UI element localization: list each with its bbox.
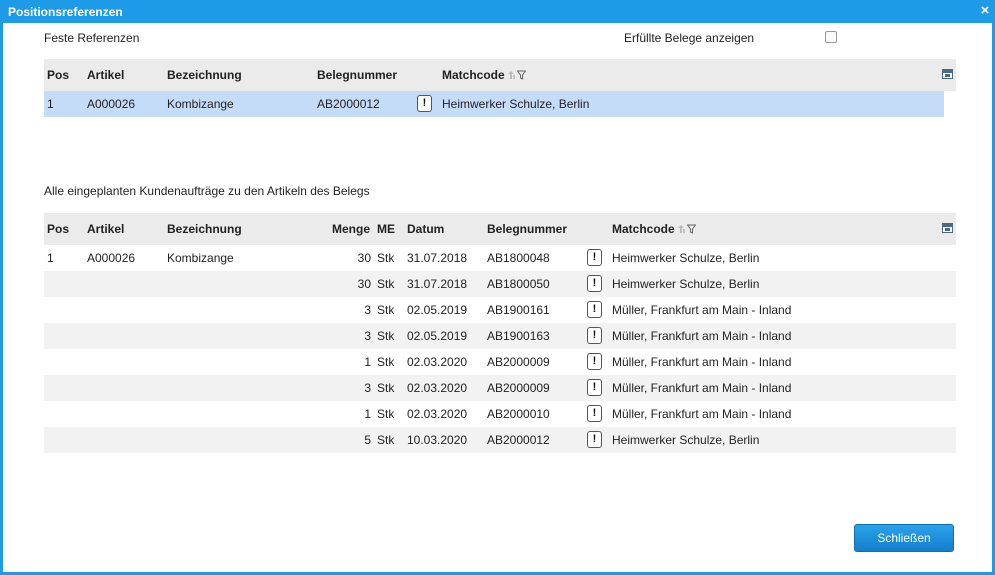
cell-belegnummer: AB2000012 — [317, 97, 380, 111]
sort-icon[interactable] — [677, 224, 686, 234]
cell-belegnummer: AB1800050 — [487, 277, 550, 291]
cell-bezeichnung: Kombizange — [167, 97, 234, 111]
cell-menge: 1 — [364, 355, 371, 369]
cell-datum: 02.03.2020 — [407, 407, 468, 421]
info-icon[interactable]: ! — [417, 95, 432, 112]
cell-me: Stk — [377, 355, 395, 369]
cell-menge: 3 — [364, 303, 371, 317]
cell-matchcode: Heimwerker Schulze, Berlin — [612, 251, 760, 265]
table-row[interactable]: 1 Stk 02.03.2020 AB2000010! Müller, Frankfur… — [44, 401, 956, 427]
info-icon[interactable]: ! — [587, 379, 602, 396]
cell-me: Stk — [377, 381, 395, 395]
cell-matchcode: Müller, Frankfurt am Main - Inland — [612, 329, 792, 343]
info-icon[interactable]: ! — [587, 327, 602, 344]
table-row[interactable]: 1 A000026 Kombizange 30 Stk 31.07.2018 AB18000… — [44, 245, 956, 271]
table-row[interactable]: 30 Stk 31.07.2018 AB1800050! Heimwerker Schu… — [44, 271, 956, 297]
cell-menge: 3 — [364, 329, 371, 343]
col-header-matchcode[interactable]: Matchcode — [612, 222, 696, 236]
show-fulfilled-checkbox[interactable] — [825, 31, 837, 43]
col-header-matchcode[interactable]: Matchcode — [442, 68, 526, 82]
cell-menge: 30 — [357, 251, 371, 265]
cell-menge: 1 — [364, 407, 371, 421]
cell-me: Stk — [377, 251, 395, 265]
cell-me: Stk — [377, 433, 395, 447]
table-row[interactable]: 1 Stk 02.03.2020 AB2000009! Müller, Frankfur… — [44, 349, 956, 375]
table-row[interactable]: 3 Stk 02.05.2019 AB1900163! Müller, Frankfur… — [44, 323, 956, 349]
filter-icon[interactable] — [516, 70, 526, 80]
cell-pos: 1 — [47, 97, 54, 111]
table-row[interactable]: 3 Stk 02.05.2019 AB1900161! Müller, Frankfur… — [44, 297, 956, 323]
cell-belegnummer: AB1800048 — [487, 251, 550, 265]
col-header-matchcode-label: Matchcode — [612, 222, 675, 236]
cell-matchcode: Heimwerker Schulze, Berlin — [612, 433, 760, 447]
planned-grid-header: Pos Artikel Bezeichnung Menge ME Datum B… — [44, 213, 956, 245]
cell-me: Stk — [377, 329, 395, 343]
cell-belegnummer: AB1900161 — [487, 303, 550, 317]
info-icon[interactable]: ! — [587, 249, 602, 266]
column-chooser-icon[interactable] — [942, 69, 953, 79]
col-header-pos[interactable]: Pos — [47, 68, 69, 82]
dialog-titlebar: Positionsreferenzen × — [3, 0, 995, 23]
cell-matchcode: Heimwerker Schulze, Berlin — [442, 97, 590, 111]
cell-datum: 02.05.2019 — [407, 303, 468, 317]
cell-menge: 30 — [357, 277, 371, 291]
cell-artikel: A000026 — [87, 251, 136, 265]
col-header-datum[interactable]: Datum — [407, 222, 444, 236]
col-header-me[interactable]: ME — [377, 222, 395, 236]
cell-matchcode: Heimwerker Schulze, Berlin — [612, 277, 760, 291]
col-header-bezeichnung[interactable]: Bezeichnung — [167, 68, 242, 82]
col-header-pos[interactable]: Pos — [47, 222, 69, 236]
cell-belegnummer: AB2000009 — [487, 381, 550, 395]
column-chooser-icon[interactable] — [942, 223, 953, 233]
col-header-bezeichnung[interactable]: Bezeichnung — [167, 222, 242, 236]
fixed-grid-header: Pos Artikel Bezeichnung Belegnummer Matc… — [44, 59, 956, 91]
cell-me: Stk — [377, 277, 395, 291]
cell-belegnummer: AB2000010 — [487, 407, 550, 421]
cell-matchcode: Müller, Frankfurt am Main - Inland — [612, 303, 792, 317]
cell-pos: 1 — [47, 251, 54, 265]
filter-icon[interactable] — [686, 224, 696, 234]
cell-datum: 31.07.2018 — [407, 251, 468, 265]
col-header-menge[interactable]: Menge — [332, 222, 370, 236]
cell-matchcode: Müller, Frankfurt am Main - Inland — [612, 355, 792, 369]
info-icon[interactable]: ! — [587, 431, 602, 448]
cell-artikel: A000026 — [87, 97, 136, 111]
cell-datum: 02.03.2020 — [407, 355, 468, 369]
cell-bezeichnung: Kombizange — [167, 251, 234, 265]
col-header-belegnummer[interactable]: Belegnummer — [317, 68, 397, 82]
cell-datum: 31.07.2018 — [407, 277, 468, 291]
cell-menge: 5 — [364, 433, 371, 447]
table-row[interactable]: 3 Stk 02.03.2020 AB2000009! Müller, Frankfur… — [44, 375, 956, 401]
cell-datum: 02.05.2019 — [407, 329, 468, 343]
table-row[interactable]: 5 Stk 10.03.2020 AB2000012! Heimwerker Schul… — [44, 427, 956, 453]
cell-belegnummer: AB2000009 — [487, 355, 550, 369]
cell-belegnummer: AB2000012 — [487, 433, 550, 447]
cell-matchcode: Müller, Frankfurt am Main - Inland — [612, 407, 792, 421]
col-header-matchcode-label: Matchcode — [442, 68, 505, 82]
close-icon[interactable]: × — [979, 3, 991, 18]
cell-matchcode: Müller, Frankfurt am Main - Inland — [612, 381, 792, 395]
positionsreferenzen-dialog: Positionsreferenzen × Feste Referenzen E… — [0, 0, 995, 575]
cell-menge: 3 — [364, 381, 371, 395]
cell-belegnummer: AB1900163 — [487, 329, 550, 343]
info-icon[interactable]: ! — [587, 405, 602, 422]
col-header-belegnummer[interactable]: Belegnummer — [487, 222, 567, 236]
show-fulfilled-label: Erfüllte Belege anzeigen — [624, 31, 755, 45]
col-header-artikel[interactable]: Artikel — [87, 222, 124, 236]
close-button[interactable]: Schließen — [854, 524, 954, 552]
fixed-references-label: Feste Referenzen — [44, 31, 140, 45]
cell-datum: 02.03.2020 — [407, 381, 468, 395]
info-icon[interactable]: ! — [587, 353, 602, 370]
cell-datum: 10.03.2020 — [407, 433, 468, 447]
planned-orders-label: Alle eingeplanten Kundenaufträge zu den … — [44, 184, 370, 198]
info-icon[interactable]: ! — [587, 301, 602, 318]
fixed-table-row[interactable]: 1 A000026 Kombizange AB2000012 ! Heimwer… — [44, 91, 944, 117]
cell-me: Stk — [377, 407, 395, 421]
info-icon[interactable]: ! — [587, 275, 602, 292]
sort-icon[interactable] — [507, 70, 516, 80]
cell-me: Stk — [377, 303, 395, 317]
dialog-title: Positionsreferenzen — [8, 5, 123, 19]
col-header-artikel[interactable]: Artikel — [87, 68, 124, 82]
